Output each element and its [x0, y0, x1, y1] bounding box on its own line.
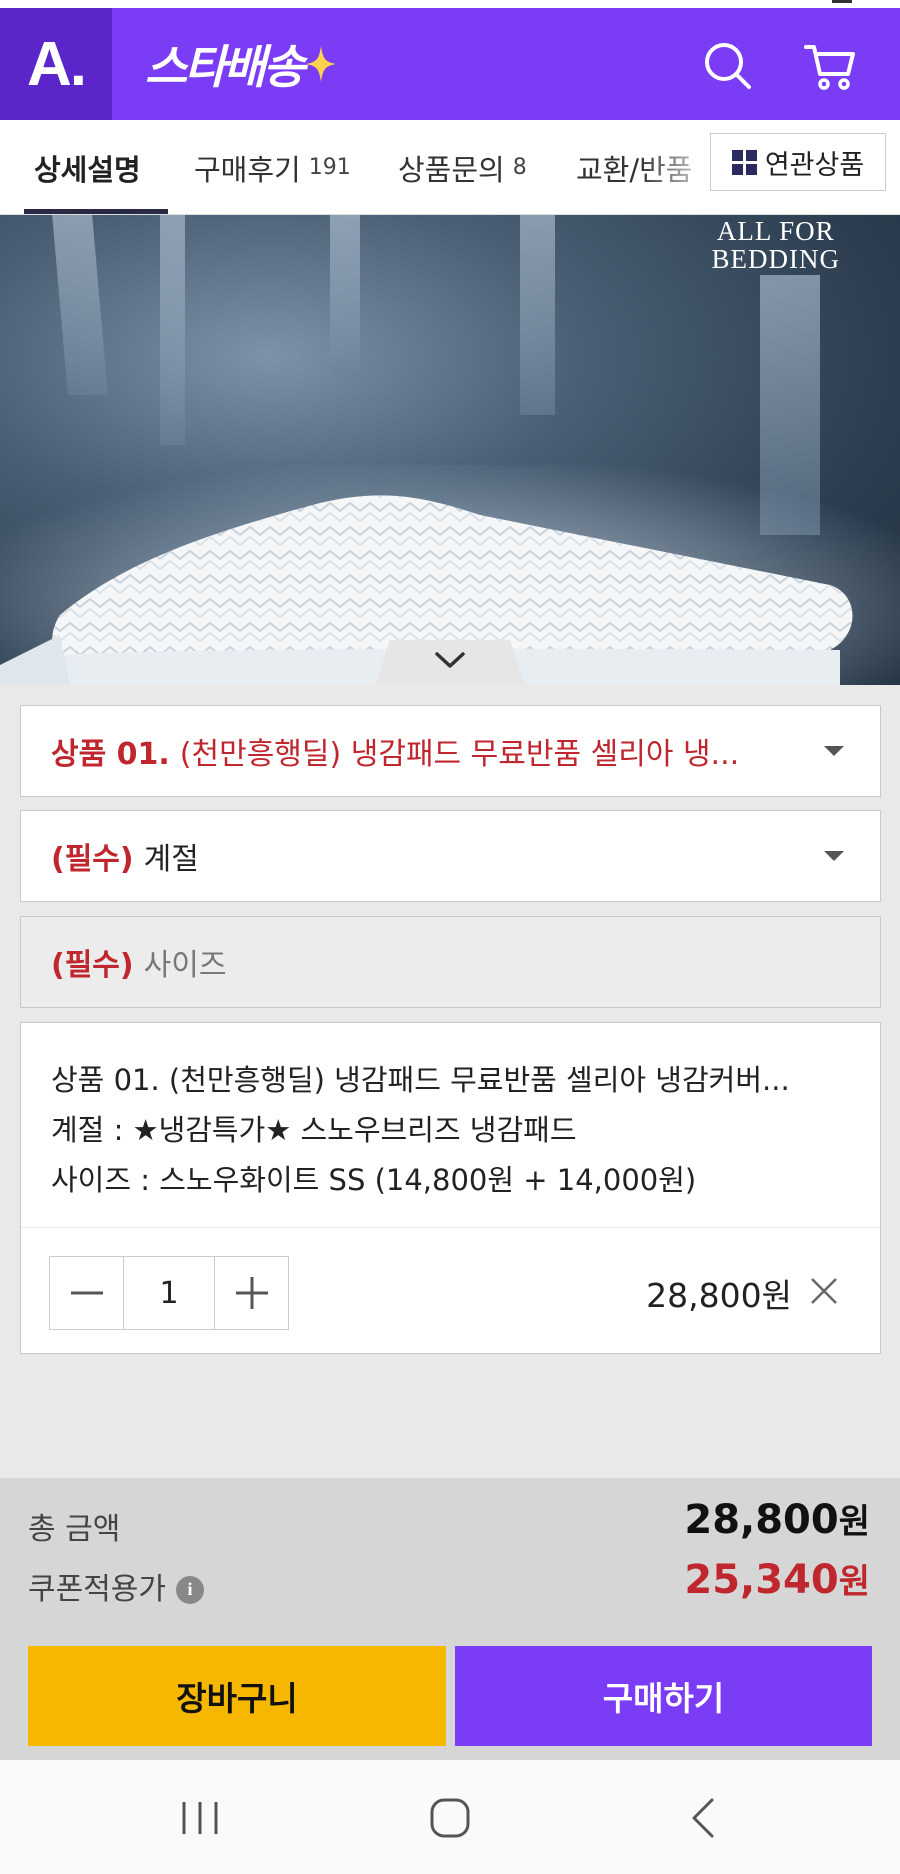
tab-detail[interactable]: 상세설명	[34, 120, 141, 214]
dropdown-caret-icon	[824, 851, 844, 861]
increase-button[interactable]	[215, 1257, 288, 1329]
star-delivery-logo: 스타배송	[145, 36, 338, 94]
grid-icon	[731, 149, 757, 175]
related-products-button[interactable]: 연관상품	[710, 133, 886, 191]
selected-item-card: 상품 01. (천만흥행딜) 냉감패드 무료반품 셀리아 냉감커버... 계절 …	[20, 1022, 881, 1354]
dropdown-caret-icon	[824, 746, 844, 756]
back-icon[interactable]	[674, 1790, 734, 1846]
decrease-button[interactable]	[50, 1257, 123, 1329]
collapse-toggle[interactable]	[375, 640, 525, 686]
app-header: A. 스타배송	[0, 8, 900, 120]
product-select[interactable]: 상품 01. (천만흥행딜) 냉감패드 무료반품 셀리아 냉...	[20, 705, 881, 797]
add-to-cart-button[interactable]: 장바구니	[28, 1646, 446, 1746]
season-select[interactable]: (필수) 계절	[20, 810, 881, 902]
selected-product-name: 상품 01. (천만흥행딜) 냉감패드 무료반품 셀리아 냉감커버...	[51, 1063, 790, 1097]
search-icon[interactable]	[700, 38, 756, 94]
order-summary-footer: 총 금액 28,800원 쿠폰적용가 i 25,340원 장바구니 구매하기	[0, 1478, 900, 1760]
info-icon[interactable]: i	[176, 1575, 204, 1604]
size-select[interactable]: (필수) 사이즈	[20, 916, 881, 1008]
status-bar	[0, 0, 900, 8]
selected-season: 계절 : ★냉감특가★ 스노우브리즈 냉감패드	[51, 1113, 577, 1147]
tab-active-indicator	[24, 209, 168, 214]
home-icon[interactable]	[420, 1790, 480, 1846]
total-label: 총 금액	[28, 1512, 121, 1547]
brand-watermark: ALL FOR BEDDING	[711, 216, 840, 274]
sparkle-icon	[306, 46, 337, 82]
quantity-stepper: 1	[49, 1256, 289, 1330]
cart-icon[interactable]	[802, 38, 858, 94]
selected-size: 사이즈 : 스노우화이트 SS (14,800원 + 14,000원)	[51, 1163, 697, 1197]
coupon-price: 25,340원	[684, 1557, 870, 1603]
total-amount: 28,800원	[684, 1497, 870, 1543]
item-price: 28,800원	[646, 1276, 792, 1315]
tab-reviews[interactable]: 구매후기 191	[194, 120, 351, 214]
product-tabs: 상세설명 구매후기 191 상품문의 8 교환/반품 연관상품	[0, 120, 900, 215]
recent-apps-icon[interactable]	[170, 1790, 230, 1846]
app-logo[interactable]: A.	[0, 8, 112, 120]
tab-inquiry[interactable]: 상품문의 8	[398, 120, 527, 214]
minus-icon	[70, 1291, 103, 1295]
quantity-value[interactable]: 1	[123, 1257, 215, 1329]
plus-icon	[235, 1277, 268, 1309]
product-hero-image: ALL FOR BEDDING	[0, 215, 900, 685]
coupon-label: 쿠폰적용가 i	[28, 1564, 204, 1608]
buy-now-button[interactable]: 구매하기	[455, 1646, 872, 1746]
chevron-down-icon	[435, 652, 465, 668]
system-navigation-bar	[0, 1760, 900, 1874]
close-icon[interactable]	[808, 1275, 840, 1307]
